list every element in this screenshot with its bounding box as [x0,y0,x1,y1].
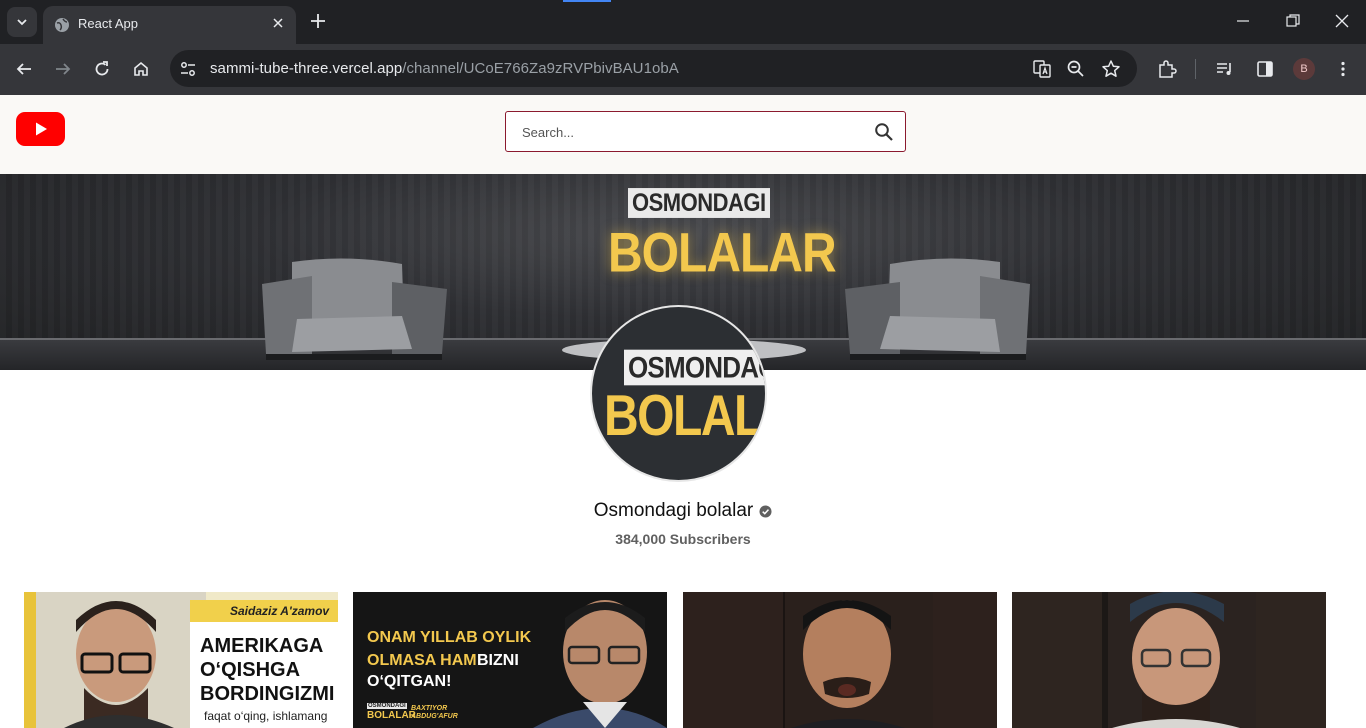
video-title-line-3: O‘QITGAN! [367,673,452,690]
url-text: sammi-tube-three.vercel.app/channel/UCoE… [210,60,679,77]
browser-tab[interactable]: React App [43,6,296,44]
tab-strip-indicator [563,0,611,2]
video-title-line-3: BORDINGIZMI [200,683,335,705]
video-title-line-1: ONAM YILLAB OYLIK [367,629,532,646]
home-button[interactable] [130,58,152,80]
translate-button[interactable] [1031,58,1053,80]
video-thumbnail [683,592,997,728]
toolbar-separator [1195,59,1196,79]
media-controls-button[interactable] [1214,58,1236,80]
side-panel-icon [1257,61,1273,77]
restore-icon[interactable] [1284,12,1302,30]
translate-icon [1033,60,1051,78]
video-title-line-2-highlight: OLMASA HAM [367,652,477,669]
chair-right-image [845,258,1030,360]
banner-brand-top: OSMONDAGI [628,188,770,218]
arrow-right-icon [56,63,71,75]
video-author: Saidaziz A'zamov [230,604,330,618]
avatar-brand-bottom: BOLALAR [604,384,765,449]
profile-avatar[interactable]: B [1293,58,1315,80]
browser-tab-bar: React App [0,0,1366,44]
zoom-button[interactable] [1065,58,1087,80]
banner-brand-logo: OSMONDAGI BOLALAR [606,182,837,284]
video-title-line-2: BIZNI [477,652,519,669]
minimize-icon[interactable] [1234,12,1252,30]
globe-icon [55,18,69,32]
window-close-icon[interactable] [1333,12,1351,30]
extensions-button[interactable] [1156,58,1178,80]
video-guest-last-name: ABDUG'AFUR [411,713,458,720]
address-bar[interactable]: sammi-tube-three.vercel.app/channel/UCoE… [170,50,1137,87]
browser-toolbar: sammi-tube-three.vercel.app/channel/UCoE… [0,44,1366,95]
home-icon [134,61,148,76]
verified-icon [759,504,772,518]
video-title-line-2: O‘QISHGA [200,659,301,681]
playlist-icon [1217,63,1231,75]
chair-left-image [262,258,447,360]
site-header [0,95,1366,174]
url-path: /channel/UCoE766Za9zRVPbivBAU1obA [402,60,679,77]
video-card[interactable]: Saidaziz A'zamov AMERIKAGA O‘QISHGA BORD… [24,592,338,728]
arrow-left-icon [16,63,31,75]
search-bar [505,111,906,152]
youtube-logo[interactable] [16,112,65,146]
channel-name: Osmondagi bolalar [593,500,754,521]
channel-avatar: OSMONDAGI BOLALAR [590,305,767,482]
star-icon [1102,60,1120,77]
search-icon[interactable] [874,122,894,142]
video-title-line-1: AMERIKAGA [200,635,324,657]
zoom-out-icon [1067,60,1084,77]
side-panel-button[interactable] [1254,58,1276,80]
banner-brand-bottom: BOLALAR [608,223,837,284]
video-channel-badge-top: OSMONDAGI [367,703,407,709]
reload-button[interactable] [91,58,113,80]
more-vertical-icon [1341,61,1345,77]
video-grid: Saidaziz A'zamov AMERIKAGA O‘QISHGA BORD… [24,592,1334,728]
search-input[interactable] [522,122,862,142]
site-settings-icon[interactable] [178,59,198,79]
video-guest-first-name: BAXTIYOR [411,705,448,712]
video-tagline: faqat o‘qing, ishlamang [204,709,328,723]
video-channel-badge-bottom: BOLALAR [367,710,416,721]
tab-title: React App [78,16,138,31]
subscriber-count: 384,000 Subscribers [615,531,751,547]
chevron-down-icon [17,19,27,26]
reload-icon [95,61,109,76]
back-button[interactable] [13,58,35,80]
close-icon[interactable] [270,15,286,31]
forward-button[interactable] [52,58,74,80]
avatar-brand-top: OSMONDAGI [624,349,765,386]
new-tab-icon[interactable] [309,12,327,30]
puzzle-icon [1159,60,1177,78]
bookmark-button[interactable] [1100,58,1122,80]
channel-title: Osmondagi bolalar [0,500,1366,522]
tab-search-button[interactable] [7,7,37,37]
video-card[interactable] [1012,592,1326,728]
play-icon [35,122,47,136]
url-host: sammi-tube-three.vercel.app [210,60,403,77]
video-card[interactable]: ONAM YILLAB OYLIK OLMASA HAM BIZNI O‘QIT… [353,592,667,728]
video-thumbnail [1012,592,1326,728]
browser-menu-button[interactable] [1332,58,1354,80]
video-card[interactable] [683,592,997,728]
